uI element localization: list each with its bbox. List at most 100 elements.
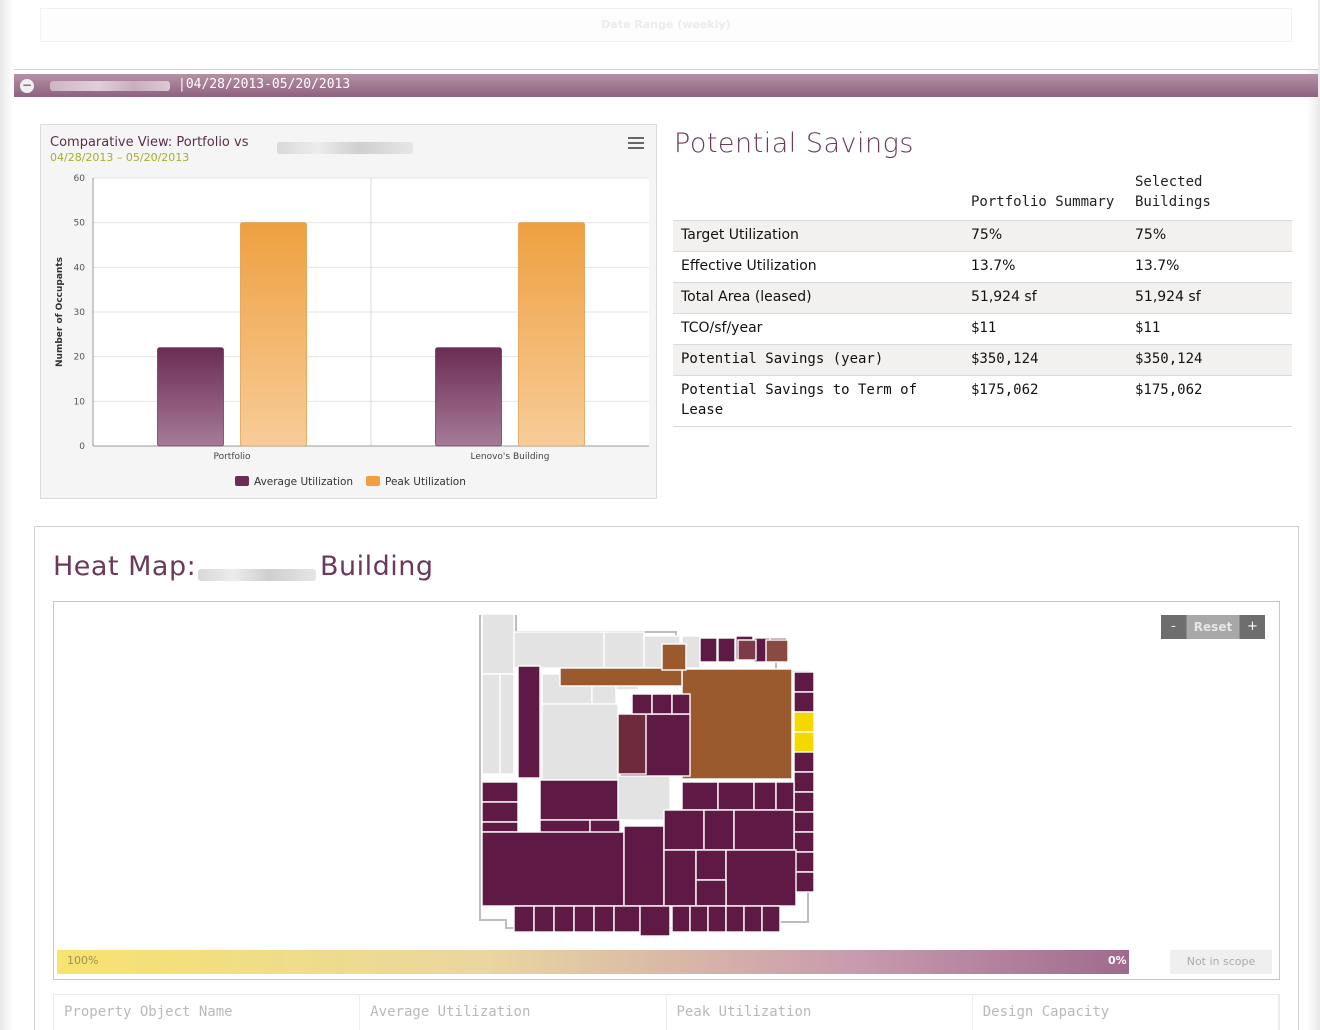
date-range-selector[interactable]: Date Range (weekly) xyxy=(40,8,1292,42)
floor-room[interactable] xyxy=(481,673,501,775)
table-row: Potential Savings to Term of Lease $175,0… xyxy=(673,375,1292,427)
floor-room[interactable] xyxy=(603,631,645,669)
floor-room[interactable] xyxy=(539,779,619,821)
zoom-out-button[interactable]: - xyxy=(1161,615,1187,639)
floor-room[interactable] xyxy=(639,905,671,937)
floor-room[interactable] xyxy=(793,811,815,833)
floor-room[interactable] xyxy=(695,879,727,907)
section-header-bar[interactable]: − |04/28/2013-05/20/2013 xyxy=(14,74,1318,97)
floor-room[interactable] xyxy=(793,791,815,813)
floor-room[interactable] xyxy=(725,905,745,933)
column-average-utilization[interactable]: Average Utilization xyxy=(360,995,667,1030)
floor-room[interactable] xyxy=(513,905,535,933)
utilization-color-scale xyxy=(57,950,1129,974)
y-tick-label: 20 xyxy=(74,353,86,363)
floor-room[interactable] xyxy=(651,693,673,715)
floor-room[interactable] xyxy=(725,849,797,907)
floor-room[interactable] xyxy=(481,831,625,907)
floor-room-mid[interactable] xyxy=(737,639,757,661)
floor-room[interactable] xyxy=(793,831,815,853)
floor-room[interactable] xyxy=(671,905,691,933)
potential-savings-table: Portfolio Summary Selected Buildings Tar… xyxy=(673,172,1292,427)
redacted-building-name xyxy=(277,142,413,154)
floor-room[interactable] xyxy=(793,751,815,773)
floor-room[interactable] xyxy=(613,905,641,933)
collapse-icon[interactable]: − xyxy=(20,79,34,93)
section-date-range: |04/28/2013-05/20/2013 xyxy=(178,77,351,92)
floor-room[interactable] xyxy=(517,665,541,779)
floor-room[interactable] xyxy=(717,637,736,663)
floor-room[interactable] xyxy=(617,773,671,821)
floor-room[interactable] xyxy=(775,781,795,811)
floor-room[interactable] xyxy=(717,781,755,811)
floor-room-mid[interactable] xyxy=(681,668,793,780)
floor-room[interactable] xyxy=(481,821,519,833)
hamburger-menu-icon[interactable] xyxy=(628,137,644,151)
floor-room[interactable] xyxy=(539,703,619,781)
floor-room[interactable] xyxy=(631,693,653,715)
floor-room-mid[interactable] xyxy=(765,639,789,663)
floor-room[interactable] xyxy=(553,905,575,933)
floor-room[interactable] xyxy=(793,771,815,793)
y-axis-label: Number of Occupants xyxy=(55,257,65,367)
floor-room[interactable] xyxy=(671,693,691,715)
legend-label: Average Utilization xyxy=(254,476,353,488)
floor-room[interactable] xyxy=(793,871,815,893)
floor-room[interactable] xyxy=(481,801,519,823)
floor-room[interactable] xyxy=(663,849,697,907)
portfolio-value: 51,924 sf xyxy=(963,282,1127,314)
y-tick-label: 50 xyxy=(74,219,86,229)
floor-room[interactable] xyxy=(499,673,515,775)
floor-room[interactable] xyxy=(593,905,615,933)
portfolio-value: $11 xyxy=(963,313,1127,345)
floor-room[interactable] xyxy=(617,713,647,775)
floor-room[interactable] xyxy=(623,825,665,907)
zoom-in-button[interactable]: + xyxy=(1239,615,1265,639)
floor-room-high[interactable] xyxy=(793,731,815,753)
floor-room[interactable] xyxy=(533,905,555,933)
floor-room[interactable] xyxy=(743,905,763,933)
legend-swatch xyxy=(366,476,380,486)
floor-room[interactable] xyxy=(793,851,815,873)
floor-room[interactable] xyxy=(513,631,605,669)
floor-room[interactable] xyxy=(707,905,727,933)
floor-room[interactable] xyxy=(793,691,815,713)
selected-value: 51,924 sf xyxy=(1127,282,1292,314)
bar-average-utilization xyxy=(157,347,224,447)
not-in-scope-legend: Not in scope xyxy=(1170,950,1272,974)
row-label: Potential Savings to Term of Lease xyxy=(673,375,963,427)
floor-room[interactable] xyxy=(689,905,709,933)
floor-room[interactable] xyxy=(663,809,705,851)
legend-label: Peak Utilization xyxy=(385,476,466,488)
floor-room[interactable] xyxy=(481,613,515,675)
floor-room-mid[interactable] xyxy=(661,643,687,671)
floor-room[interactable] xyxy=(793,671,815,693)
floor-room[interactable] xyxy=(733,809,795,851)
column-property-object-name[interactable]: Property Object Name xyxy=(54,995,361,1030)
scale-min-label: 0% xyxy=(1108,954,1127,967)
floor-room-high[interactable] xyxy=(793,711,815,733)
floor-room[interactable] xyxy=(753,781,777,811)
y-tick-label: 0 xyxy=(79,442,85,452)
date-range-panel: Date Range (weekly) xyxy=(14,0,1318,70)
y-tick-label: 60 xyxy=(74,174,86,184)
heat-map-canvas[interactable]: - Reset + 100% 0% Not in scope xyxy=(53,601,1280,980)
zoom-reset-button[interactable]: Reset xyxy=(1187,615,1239,639)
column-peak-utilization[interactable]: Peak Utilization xyxy=(667,995,973,1030)
legend-swatch xyxy=(235,476,249,486)
floor-room[interactable] xyxy=(703,809,735,851)
floor-room[interactable] xyxy=(695,849,727,881)
floor-plan xyxy=(479,613,815,937)
floor-room-mid[interactable] xyxy=(559,667,683,687)
floor-room[interactable] xyxy=(761,905,781,933)
y-tick-label: 40 xyxy=(74,263,86,273)
redacted-building-name xyxy=(198,569,316,581)
heat-map-section: Heat Map: Building - Reset + 100% 0% Not… xyxy=(34,526,1299,1030)
floor-room[interactable] xyxy=(681,781,719,811)
column-design-capacity[interactable]: Design Capacity xyxy=(973,995,1279,1030)
floor-room[interactable] xyxy=(699,637,718,663)
floor-room[interactable] xyxy=(573,905,595,933)
floor-room[interactable] xyxy=(481,781,519,803)
header-label xyxy=(673,172,963,221)
header-selected-buildings: Selected Buildings xyxy=(1135,174,1211,210)
